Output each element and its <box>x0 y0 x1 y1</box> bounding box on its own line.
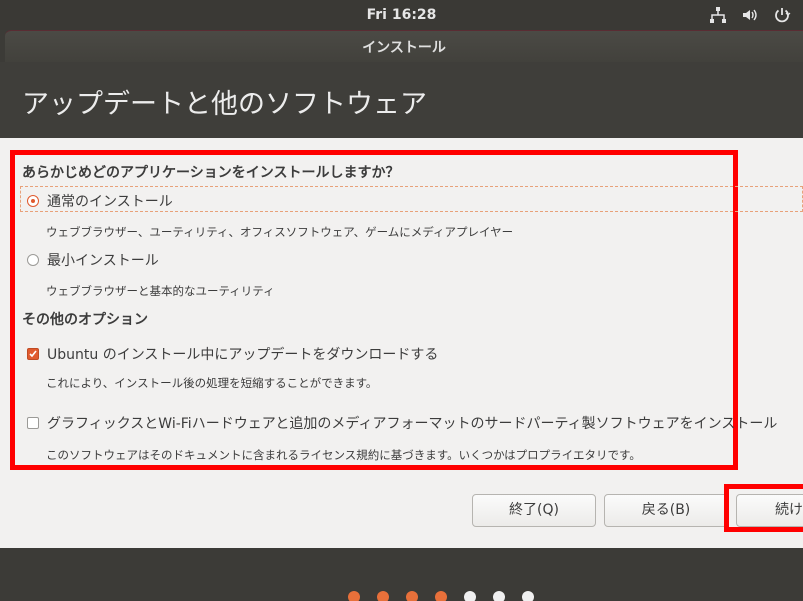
window-title: インストール <box>362 40 446 56</box>
quit-button[interactable]: 終了(Q) <box>472 494 596 527</box>
third-party-description: このソフトウェアはそのドキュメントに含まれるライセンス規約に基づきます。いくつか… <box>46 448 641 462</box>
top-panel: Fri 16:28 <box>0 0 803 30</box>
checkbox-third-party[interactable]: グラフィックスとWi-Fiハードウェアと追加のメディアフォーマットのサードパーテ… <box>27 413 777 433</box>
checkbox-download-updates-label[interactable]: Ubuntu のインストール中にアップデートをダウンロードする <box>47 344 438 364</box>
clock[interactable]: Fri 16:28 <box>0 7 803 23</box>
other-options-title: その他のオプション <box>22 312 148 328</box>
checkbox-third-party-label[interactable]: グラフィックスとWi-Fiハードウェアと追加のメディアフォーマットのサードパーテ… <box>47 413 777 433</box>
page-title: アップデートと他のソフトウェア <box>22 89 427 120</box>
progress-dot <box>522 591 534 601</box>
progress-dot <box>348 591 360 601</box>
volume-icon[interactable] <box>741 6 759 24</box>
install-question-title: あらかじめどのアプリケーションをインストールしますか？ <box>22 165 400 181</box>
progress-dot <box>377 591 389 601</box>
checkbox-checked-icon[interactable] <box>27 348 39 360</box>
radio-minimal-install[interactable]: 最小インストール <box>27 250 159 270</box>
network-icon[interactable] <box>709 6 727 24</box>
progress-dots <box>348 591 534 601</box>
progress-dot <box>464 591 476 601</box>
progress-dot <box>406 591 418 601</box>
progress-dot <box>493 591 505 601</box>
normal-install-description: ウェブブラウザー、ユーティリティ、オフィスソフトウェア、ゲームにメディアプレイヤ… <box>46 225 514 239</box>
progress-footer <box>0 548 803 601</box>
radio-normal-install-label[interactable]: 通常のインストール <box>47 191 173 211</box>
radio-selected-icon[interactable] <box>27 195 39 207</box>
download-updates-description: これにより、インストール後の処理を短縮することができます。 <box>46 376 378 390</box>
window-titlebar[interactable]: インストール <box>5 30 803 62</box>
power-icon[interactable] <box>773 6 791 24</box>
progress-dot <box>435 591 447 601</box>
main-content: あらかじめどのアプリケーションをインストールしますか？ 通常のインストール ウェ… <box>0 138 803 548</box>
system-tray <box>709 6 791 24</box>
page-header: アップデートと他のソフトウェア <box>0 62 803 138</box>
radio-minimal-install-label[interactable]: 最小インストール <box>47 250 159 270</box>
minimal-install-description: ウェブブラウザーと基本的なユーティリティ <box>46 284 275 298</box>
checkbox-download-updates[interactable]: Ubuntu のインストール中にアップデートをダウンロードする <box>27 344 438 364</box>
back-button[interactable]: 戻る(B) <box>604 494 728 527</box>
radio-unselected-icon[interactable] <box>27 254 39 266</box>
radio-normal-install[interactable]: 通常のインストール <box>27 191 173 211</box>
continue-highlight-box <box>724 484 803 532</box>
checkbox-unchecked-icon[interactable] <box>27 417 39 429</box>
